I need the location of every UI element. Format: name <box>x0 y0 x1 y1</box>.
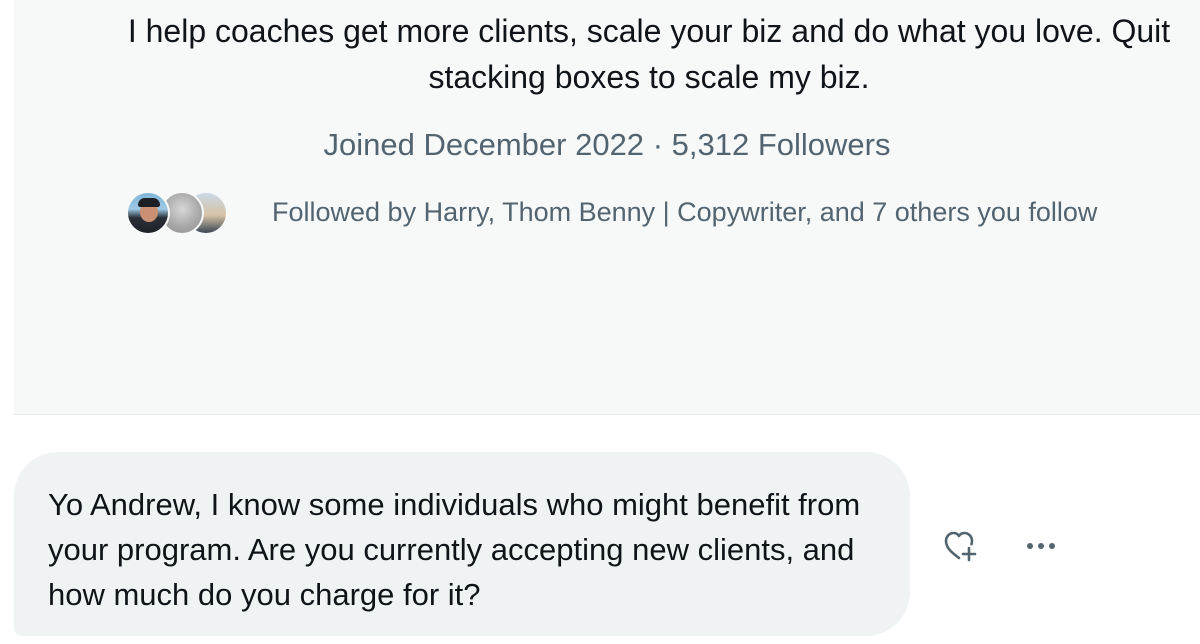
message-row: Yo Andrew, I know some individuals who m… <box>14 452 1200 636</box>
more-options-icon <box>1049 543 1055 549</box>
meta-separator: · <box>652 127 664 162</box>
more-options-icon <box>1038 543 1044 549</box>
message-bubble[interactable]: Yo Andrew, I know some individuals who m… <box>14 452 910 636</box>
more-options-icon <box>1027 543 1033 549</box>
follower-avatars <box>126 188 230 236</box>
more-options-button[interactable] <box>1018 526 1064 566</box>
followed-by-row[interactable]: Followed by Harry, Thom Benny | Copywrit… <box>126 188 1097 236</box>
profile-summary-card: I help coaches get more clients, scale y… <box>14 0 1200 415</box>
followed-by-text: Followed by Harry, Thom Benny | Copywrit… <box>272 197 1098 227</box>
heart-plus-icon <box>944 531 977 562</box>
avatar-cap <box>138 198 160 207</box>
joined-date: Joined December 2022 <box>323 127 645 162</box>
profile-meta: Joined December 2022 · 5,312 Followers <box>14 125 1200 165</box>
avatar <box>126 191 170 235</box>
react-button[interactable] <box>940 526 980 566</box>
followers-count[interactable]: 5,312 Followers <box>672 127 891 162</box>
profile-bio: I help coaches get more clients, scale y… <box>127 13 1171 95</box>
dm-conversation-view: I help coaches get more clients, scale y… <box>0 0 1200 644</box>
